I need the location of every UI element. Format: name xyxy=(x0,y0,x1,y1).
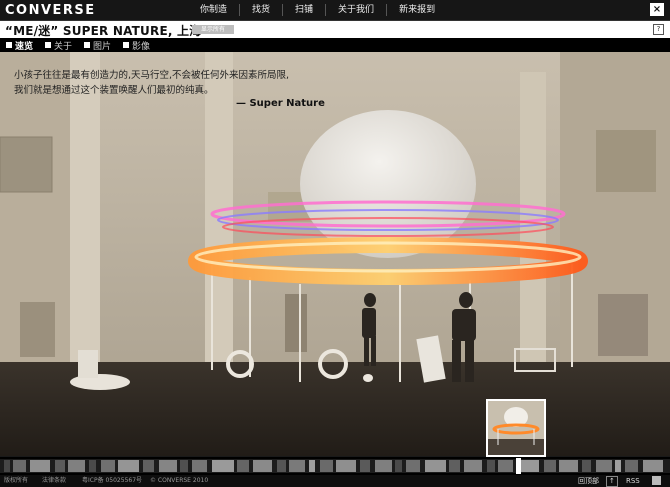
timeline-frame xyxy=(406,460,420,472)
timeline-frame xyxy=(30,460,50,472)
tab-square-icon xyxy=(123,42,130,48)
timeline-frame xyxy=(277,460,286,472)
timeline-frame xyxy=(544,460,556,472)
timeline-frame xyxy=(309,460,315,472)
timeline-frame xyxy=(498,460,513,472)
timeline-frame xyxy=(596,460,612,472)
tab-photos[interactable]: 图片 xyxy=(84,39,111,52)
quote-text: 小孩子往往是最有创造力的,天马行空,不会被任何外来因素所局限, 我们就是想通过这… xyxy=(14,68,289,98)
timeline-frame xyxy=(375,460,392,472)
footer: 版权所有 法律条款 粤ICP备 05025567号 © CONVERSE 201… xyxy=(0,475,670,487)
rss-link[interactable]: RSS xyxy=(626,475,640,487)
timeline-frame xyxy=(4,460,10,472)
nav-item-find[interactable]: 找货 xyxy=(239,4,282,16)
nav-item-shops[interactable]: 扫铺 xyxy=(282,4,325,16)
timeline-frame xyxy=(395,460,402,472)
timeline-frame xyxy=(625,460,638,472)
tab-label: 关于 xyxy=(54,41,73,52)
tab-label: 图片 xyxy=(93,41,112,52)
footer-legal-link[interactable]: 法律条款 xyxy=(42,475,66,487)
close-button[interactable]: × xyxy=(650,3,664,16)
timeline-frame xyxy=(180,460,188,472)
installation-photo xyxy=(0,52,670,456)
rss-icon[interactable] xyxy=(652,476,661,485)
timeline-frame xyxy=(289,460,305,472)
timeline-frame xyxy=(643,460,663,472)
video-timeline[interactable] xyxy=(0,457,670,475)
timeline-frame xyxy=(487,460,495,472)
timeline-frame xyxy=(55,460,65,472)
timeline-playhead xyxy=(516,458,521,474)
back-to-top-icon[interactable]: ↑ xyxy=(606,476,618,487)
timeline-frame xyxy=(559,460,578,472)
timeline-frame xyxy=(253,460,272,472)
nav-item-new[interactable]: 新来报到 xyxy=(386,4,447,16)
tab-videos[interactable]: 影像 xyxy=(123,39,150,52)
quote-line: 小孩子往往是最有创造力的,天马行空,不会被任何外来因素所局限, xyxy=(14,70,290,81)
timeline-frame xyxy=(159,460,177,472)
timeline-frame xyxy=(212,460,234,472)
main-nav: 你制造 找货 扫铺 关于我们 新来报到 xyxy=(188,0,447,20)
timeline-frame xyxy=(449,460,460,472)
nav-item-about[interactable]: 关于我们 xyxy=(325,4,386,16)
nav-item-create[interactable]: 你制造 xyxy=(188,4,239,16)
tab-bar: 速览 关于 图片 影像 xyxy=(0,38,670,52)
tab-square-icon xyxy=(6,42,12,48)
tab-overview[interactable]: 速览 xyxy=(6,39,33,52)
quote-line: 我们就是想通过这个装置唤醒人们最初的纯真。 xyxy=(14,85,214,96)
title-bar: “ME/迷” SUPER NATURE, 上海 显示所有 ? xyxy=(0,21,670,38)
timeline-frame xyxy=(143,460,154,472)
footer-icp: 粤ICP备 05025567号 xyxy=(82,477,143,484)
video-thumbnail[interactable] xyxy=(486,399,546,457)
timeline-frame xyxy=(118,460,139,472)
footer-converse: © CONVERSE 2010 xyxy=(150,477,209,484)
timeline-frame xyxy=(615,460,621,472)
tab-about[interactable]: 关于 xyxy=(45,39,72,52)
timeline-frame xyxy=(582,460,591,472)
back-to-top-link[interactable]: 回顶部 xyxy=(578,475,599,487)
timeline-frame xyxy=(360,460,370,472)
converse-logo[interactable]: CONVERSE xyxy=(5,3,96,18)
timeline-frame xyxy=(68,460,85,472)
timeline-frame xyxy=(89,460,96,472)
timeline-frame xyxy=(101,460,115,472)
top-bar: CONVERSE 你制造 找货 扫铺 关于我们 新来报到 × xyxy=(0,0,670,21)
page-title: “ME/迷” SUPER NATURE, 上海 xyxy=(5,24,202,38)
tab-square-icon xyxy=(84,42,91,48)
tab-label: 速览 xyxy=(15,41,34,52)
quote-author: — Super Nature xyxy=(236,98,325,109)
timeline-frame xyxy=(425,460,446,472)
timeline-frame xyxy=(336,460,356,472)
timeline-frame xyxy=(13,460,26,472)
help-icon[interactable]: ? xyxy=(653,24,664,35)
timeline-frame xyxy=(237,460,249,472)
footer-copyright[interactable]: 版权所有 xyxy=(4,475,28,487)
show-all-tag[interactable]: 显示所有 xyxy=(192,25,234,34)
tab-square-icon xyxy=(45,42,52,48)
tab-label: 影像 xyxy=(132,41,151,52)
timeline-frame xyxy=(464,460,482,472)
timeline-frame xyxy=(192,460,207,472)
timeline-frame xyxy=(320,460,333,472)
